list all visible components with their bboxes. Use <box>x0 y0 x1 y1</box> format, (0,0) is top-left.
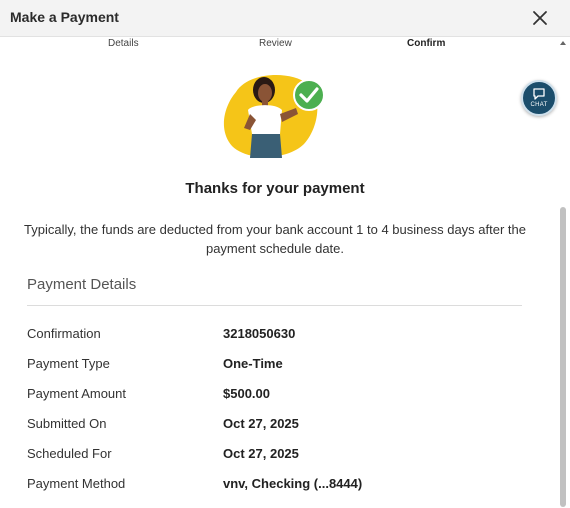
divider <box>27 305 522 306</box>
info-text: Typically, the funds are deducted from y… <box>24 222 526 256</box>
chat-bubble-icon <box>533 88 545 100</box>
detail-value: vnv, Checking (...8444) <box>223 476 363 491</box>
detail-value: 3218050630 <box>223 326 296 341</box>
step-review: Review <box>259 38 292 49</box>
detail-row-scheduled-for: Scheduled For Oct 27, 2025 <box>27 446 527 464</box>
chat-label: CHAT <box>530 102 548 108</box>
detail-value: $500.00 <box>223 386 270 401</box>
detail-row-payment-amount: Payment Amount $500.00 <box>27 386 527 404</box>
scroll-up-icon[interactable] <box>559 39 567 47</box>
step-confirm: Confirm <box>407 38 446 49</box>
detail-label: Confirmation <box>27 326 101 341</box>
detail-label: Payment Method <box>27 476 126 491</box>
detail-label: Payment Amount <box>27 386 126 401</box>
detail-value: One-Time <box>223 356 283 371</box>
thanks-heading: Thanks for your payment <box>185 180 365 197</box>
success-illustration <box>218 70 330 162</box>
dialog-title: Make a Payment <box>10 9 119 25</box>
detail-row-submitted-on: Submitted On Oct 27, 2025 <box>27 416 527 434</box>
detail-row-payment-method: Payment Method vnv, Checking (...8444) <box>27 476 527 494</box>
dialog-header: Make a Payment <box>0 0 570 37</box>
step-details: Details <box>108 38 139 49</box>
detail-label: Scheduled For <box>27 446 112 461</box>
detail-row-payment-type: Payment Type One-Time <box>27 356 527 374</box>
progress-steps: Details Review Confirm <box>0 37 556 55</box>
detail-label: Payment Type <box>27 356 110 371</box>
detail-row-confirmation: Confirmation 3218050630 <box>27 326 527 344</box>
close-icon[interactable] <box>528 6 552 30</box>
payment-details-heading: Payment Details <box>27 276 137 293</box>
detail-label: Submitted On <box>27 416 107 431</box>
scrollbar-thumb[interactable] <box>560 207 566 507</box>
scrollbar[interactable] <box>556 37 570 508</box>
detail-value: Oct 27, 2025 <box>223 446 299 461</box>
detail-value: Oct 27, 2025 <box>223 416 299 431</box>
chat-button[interactable]: CHAT <box>521 80 557 116</box>
